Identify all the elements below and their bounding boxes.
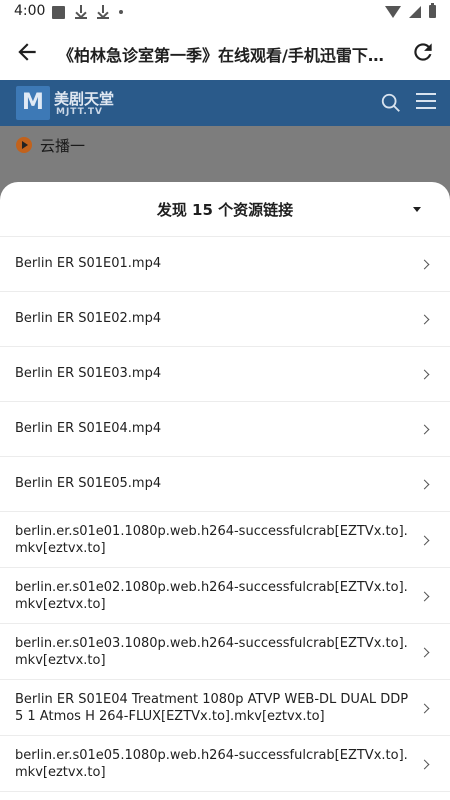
- resource-item[interactable]: Berlin ER S01E05.mp4: [0, 457, 450, 512]
- app-bar: 《柏林急诊室第一季》在线观看/手机迅雷下载...: [0, 24, 450, 80]
- resource-item[interactable]: berlin.er.s01e01.1080p.web.h264-successf…: [0, 512, 450, 568]
- arrow-left-icon: [18, 43, 36, 61]
- chevron-right-icon: [419, 535, 430, 546]
- site-search-button[interactable]: [380, 92, 402, 114]
- sheet-title: 发现 15 个资源链接: [156, 201, 294, 219]
- resource-item-label: Berlin ER S01E02.mp4: [15, 311, 162, 326]
- site-domain: MJTT.TV: [56, 107, 103, 117]
- resource-item-label: berlin.er.s01e02.1080p.web.h264-successf…: [15, 580, 408, 612]
- chevron-right-icon: [419, 479, 430, 490]
- chevron-right-icon: [419, 591, 430, 602]
- system-icons: [385, 3, 436, 18]
- chevron-right-icon: [419, 259, 430, 270]
- website-header: M 美剧天堂 MJTT.TV: [0, 80, 450, 126]
- download-icon: [75, 5, 87, 19]
- section-label: 云播一: [40, 137, 86, 155]
- resource-item-label: Berlin ER S01E05.mp4: [15, 476, 162, 491]
- play-icon: [16, 137, 32, 153]
- search-icon: [381, 93, 400, 112]
- resource-links-sheet: 发现 15 个资源链接 Berlin ER S01E01.mp4 Berlin …: [0, 182, 450, 800]
- resource-item[interactable]: Berlin ER S01E02.mp4: [0, 292, 450, 347]
- resource-item-label: berlin.er.s01e01.1080p.web.h264-successf…: [15, 524, 408, 556]
- wifi-icon: [385, 5, 401, 18]
- resource-item-label: Berlin ER S01E03.mp4: [15, 366, 162, 381]
- battery-icon: [429, 3, 436, 18]
- back-button[interactable]: [14, 39, 40, 65]
- site-menu-button[interactable]: [416, 93, 436, 113]
- resource-item[interactable]: berlin.er.s01e02.1080p.web.h264-successf…: [0, 568, 450, 624]
- section-bar: 云播一: [0, 126, 450, 164]
- resource-item-label: berlin.er.s01e05.1080p.web.h264-successf…: [15, 748, 408, 780]
- resource-item-label: berlin.er.s01e03.1080p.web.h264-successf…: [15, 636, 408, 668]
- chevron-right-icon: [419, 314, 430, 325]
- page-title: 《柏林急诊室第一季》在线观看/手机迅雷下载...: [58, 46, 398, 65]
- status-bar: 4:00: [0, 0, 450, 24]
- status-time: 4:00: [14, 3, 46, 19]
- resource-item[interactable]: berlin.er.s01e03.1080p.web.h264-successf…: [0, 624, 450, 680]
- signal-icon: [409, 5, 421, 18]
- chevron-right-icon: [419, 703, 430, 714]
- site-name: 美剧天堂: [54, 90, 115, 108]
- more-notifications-dot-icon: [119, 10, 123, 14]
- notification-square-icon: [52, 5, 65, 19]
- site-logo: M: [16, 86, 50, 120]
- resource-item[interactable]: Berlin ER S01E04.mp4: [0, 402, 450, 457]
- resource-item[interactable]: Berlin ER S01E01.mp4: [0, 237, 450, 292]
- refresh-button[interactable]: [410, 39, 436, 65]
- resource-item-label: Berlin ER S01E04.mp4: [15, 421, 162, 436]
- resource-item-label: Berlin ER S01E01.mp4: [15, 256, 162, 271]
- chevron-right-icon: [419, 647, 430, 658]
- resource-list: Berlin ER S01E01.mp4 Berlin ER S01E02.mp…: [0, 237, 450, 792]
- resource-item[interactable]: Berlin ER S01E03.mp4: [0, 347, 450, 402]
- download-icon: [97, 5, 109, 19]
- caret-down-icon[interactable]: [413, 207, 421, 212]
- notification-icons: [52, 4, 123, 20]
- chevron-right-icon: [419, 369, 430, 380]
- chevron-right-icon: [419, 759, 430, 770]
- refresh-icon: [414, 43, 432, 61]
- resource-item[interactable]: berlin.er.s01e05.1080p.web.h264-successf…: [0, 736, 450, 792]
- sheet-header[interactable]: 发现 15 个资源链接: [0, 182, 450, 237]
- resource-item[interactable]: Berlin ER S01E04 Treatment 1080p ATVP WE…: [0, 680, 450, 736]
- resource-item-label: Berlin ER S01E04 Treatment 1080p ATVP WE…: [15, 692, 409, 724]
- chevron-right-icon: [419, 424, 430, 435]
